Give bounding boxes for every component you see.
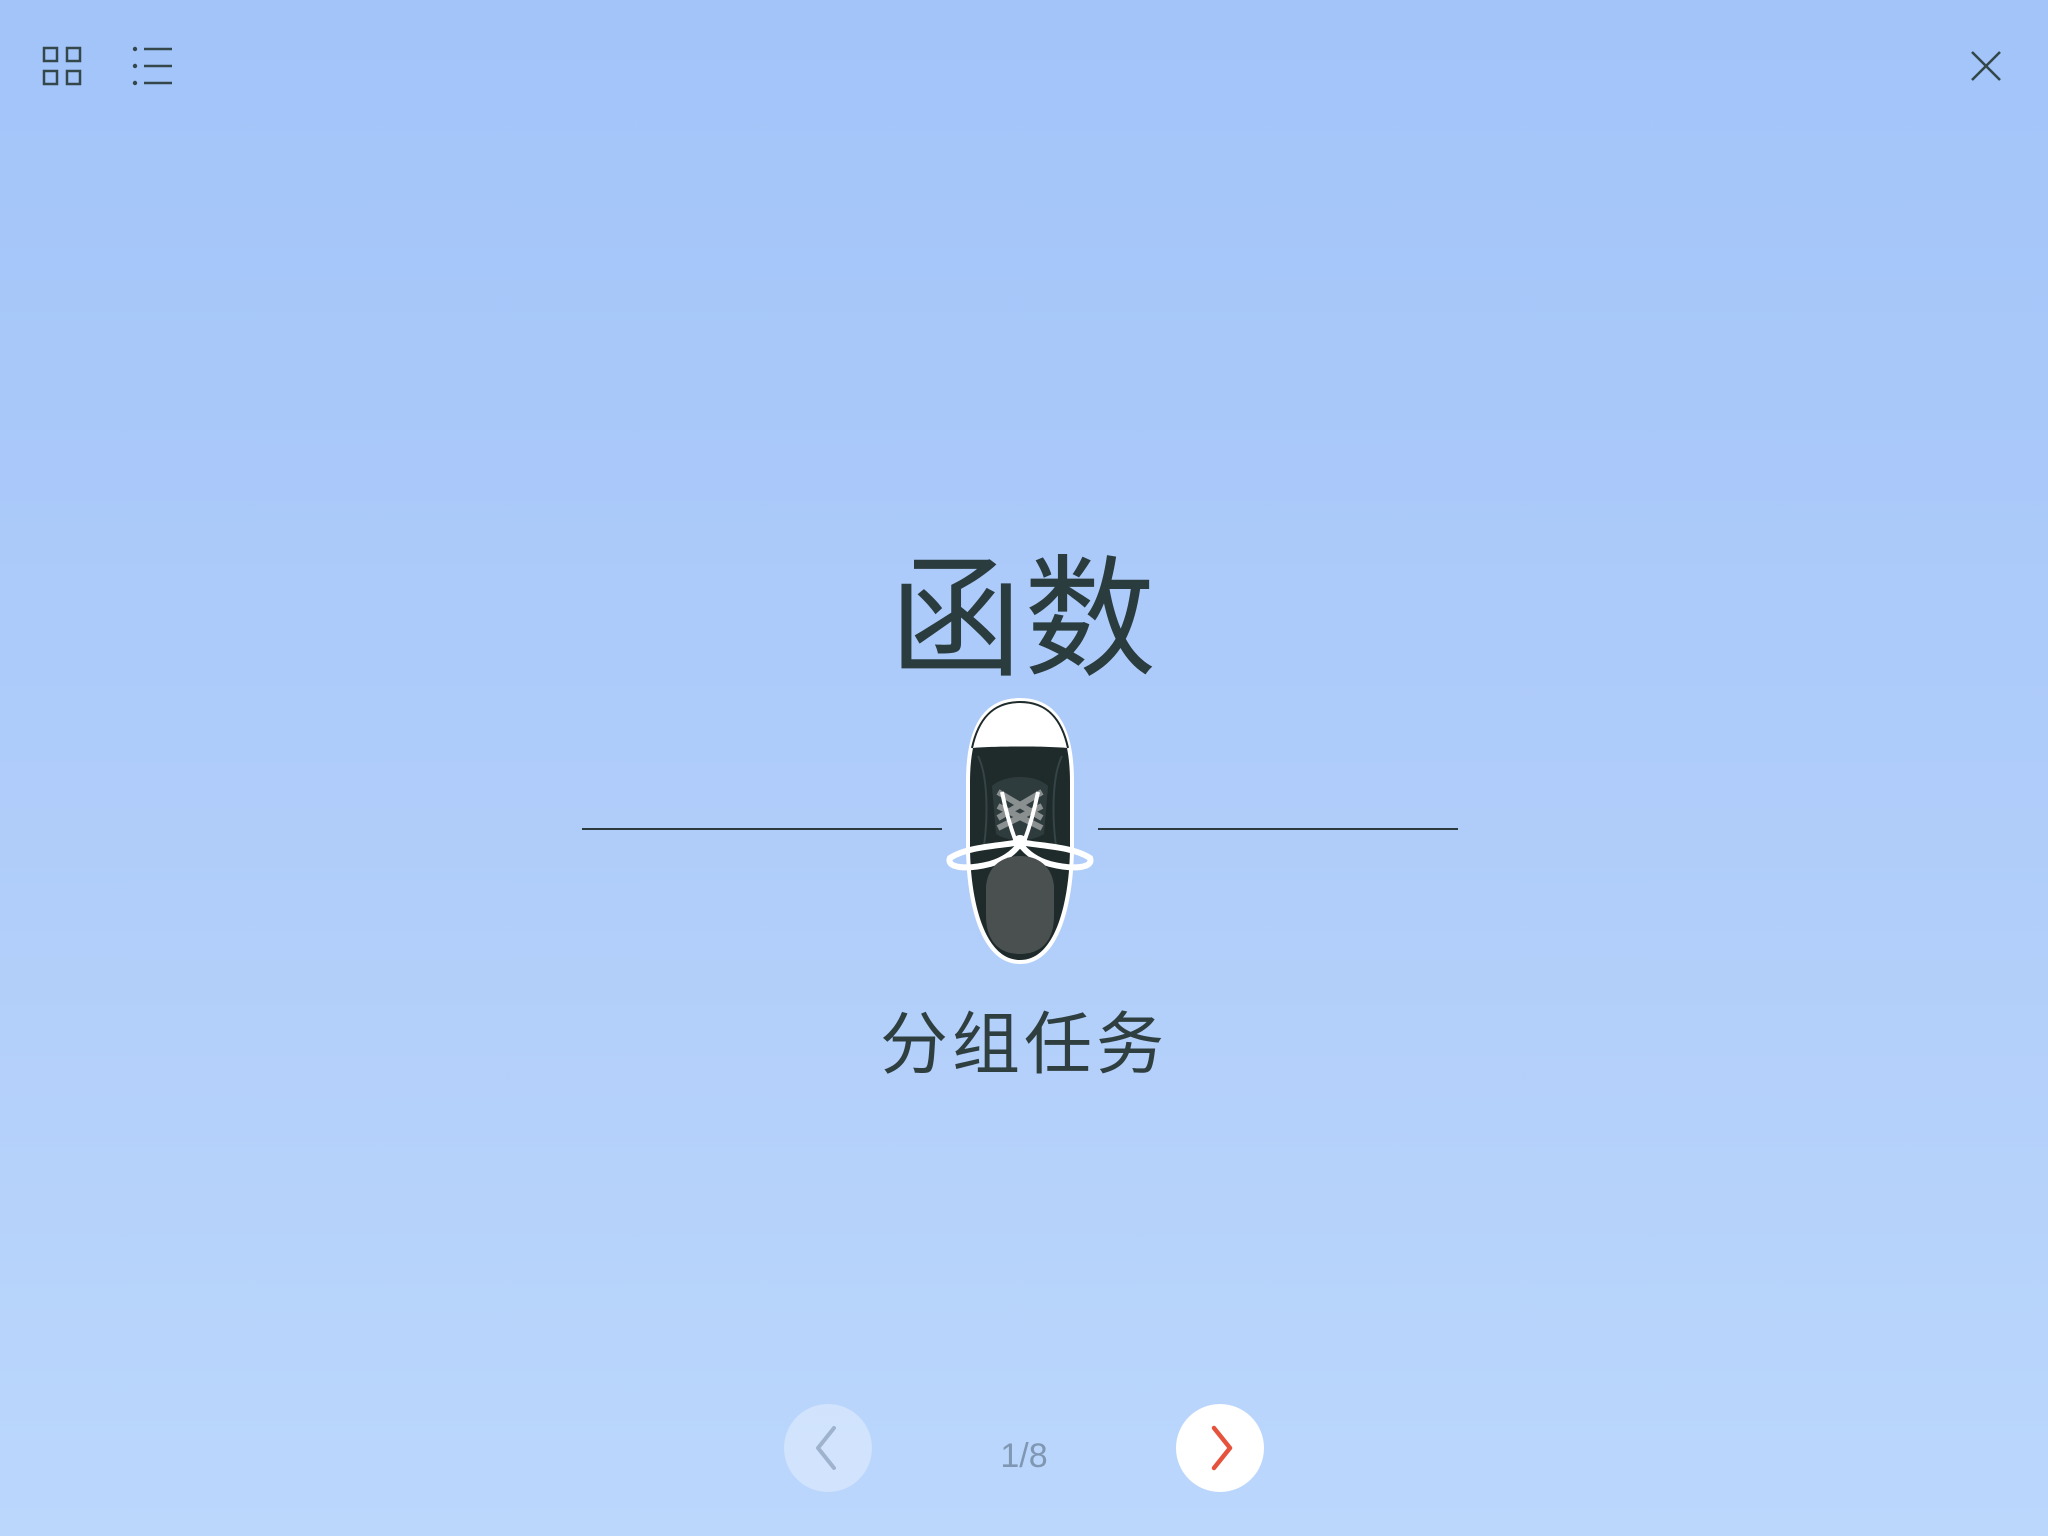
- page-indicator: 1/8: [1000, 1437, 1048, 1475]
- grid-icon: [42, 46, 82, 86]
- close-button[interactable]: [1964, 44, 2008, 88]
- slide-title: 函数: [890, 543, 1158, 697]
- sneaker-icon: [946, 698, 1094, 964]
- close-icon: [1971, 51, 2001, 81]
- list-view-button[interactable]: [126, 40, 182, 92]
- previous-button[interactable]: [784, 1404, 872, 1492]
- chevron-left-icon: [816, 1426, 836, 1470]
- chevron-right-icon: [1211, 1425, 1233, 1471]
- list-icon: [132, 46, 172, 86]
- next-button[interactable]: [1176, 1404, 1264, 1492]
- grid-view-button[interactable]: [36, 40, 88, 92]
- divider-left: [582, 828, 942, 830]
- slide-subtitle: 分组任务: [879, 1006, 1168, 1085]
- divider-right: [1098, 828, 1458, 830]
